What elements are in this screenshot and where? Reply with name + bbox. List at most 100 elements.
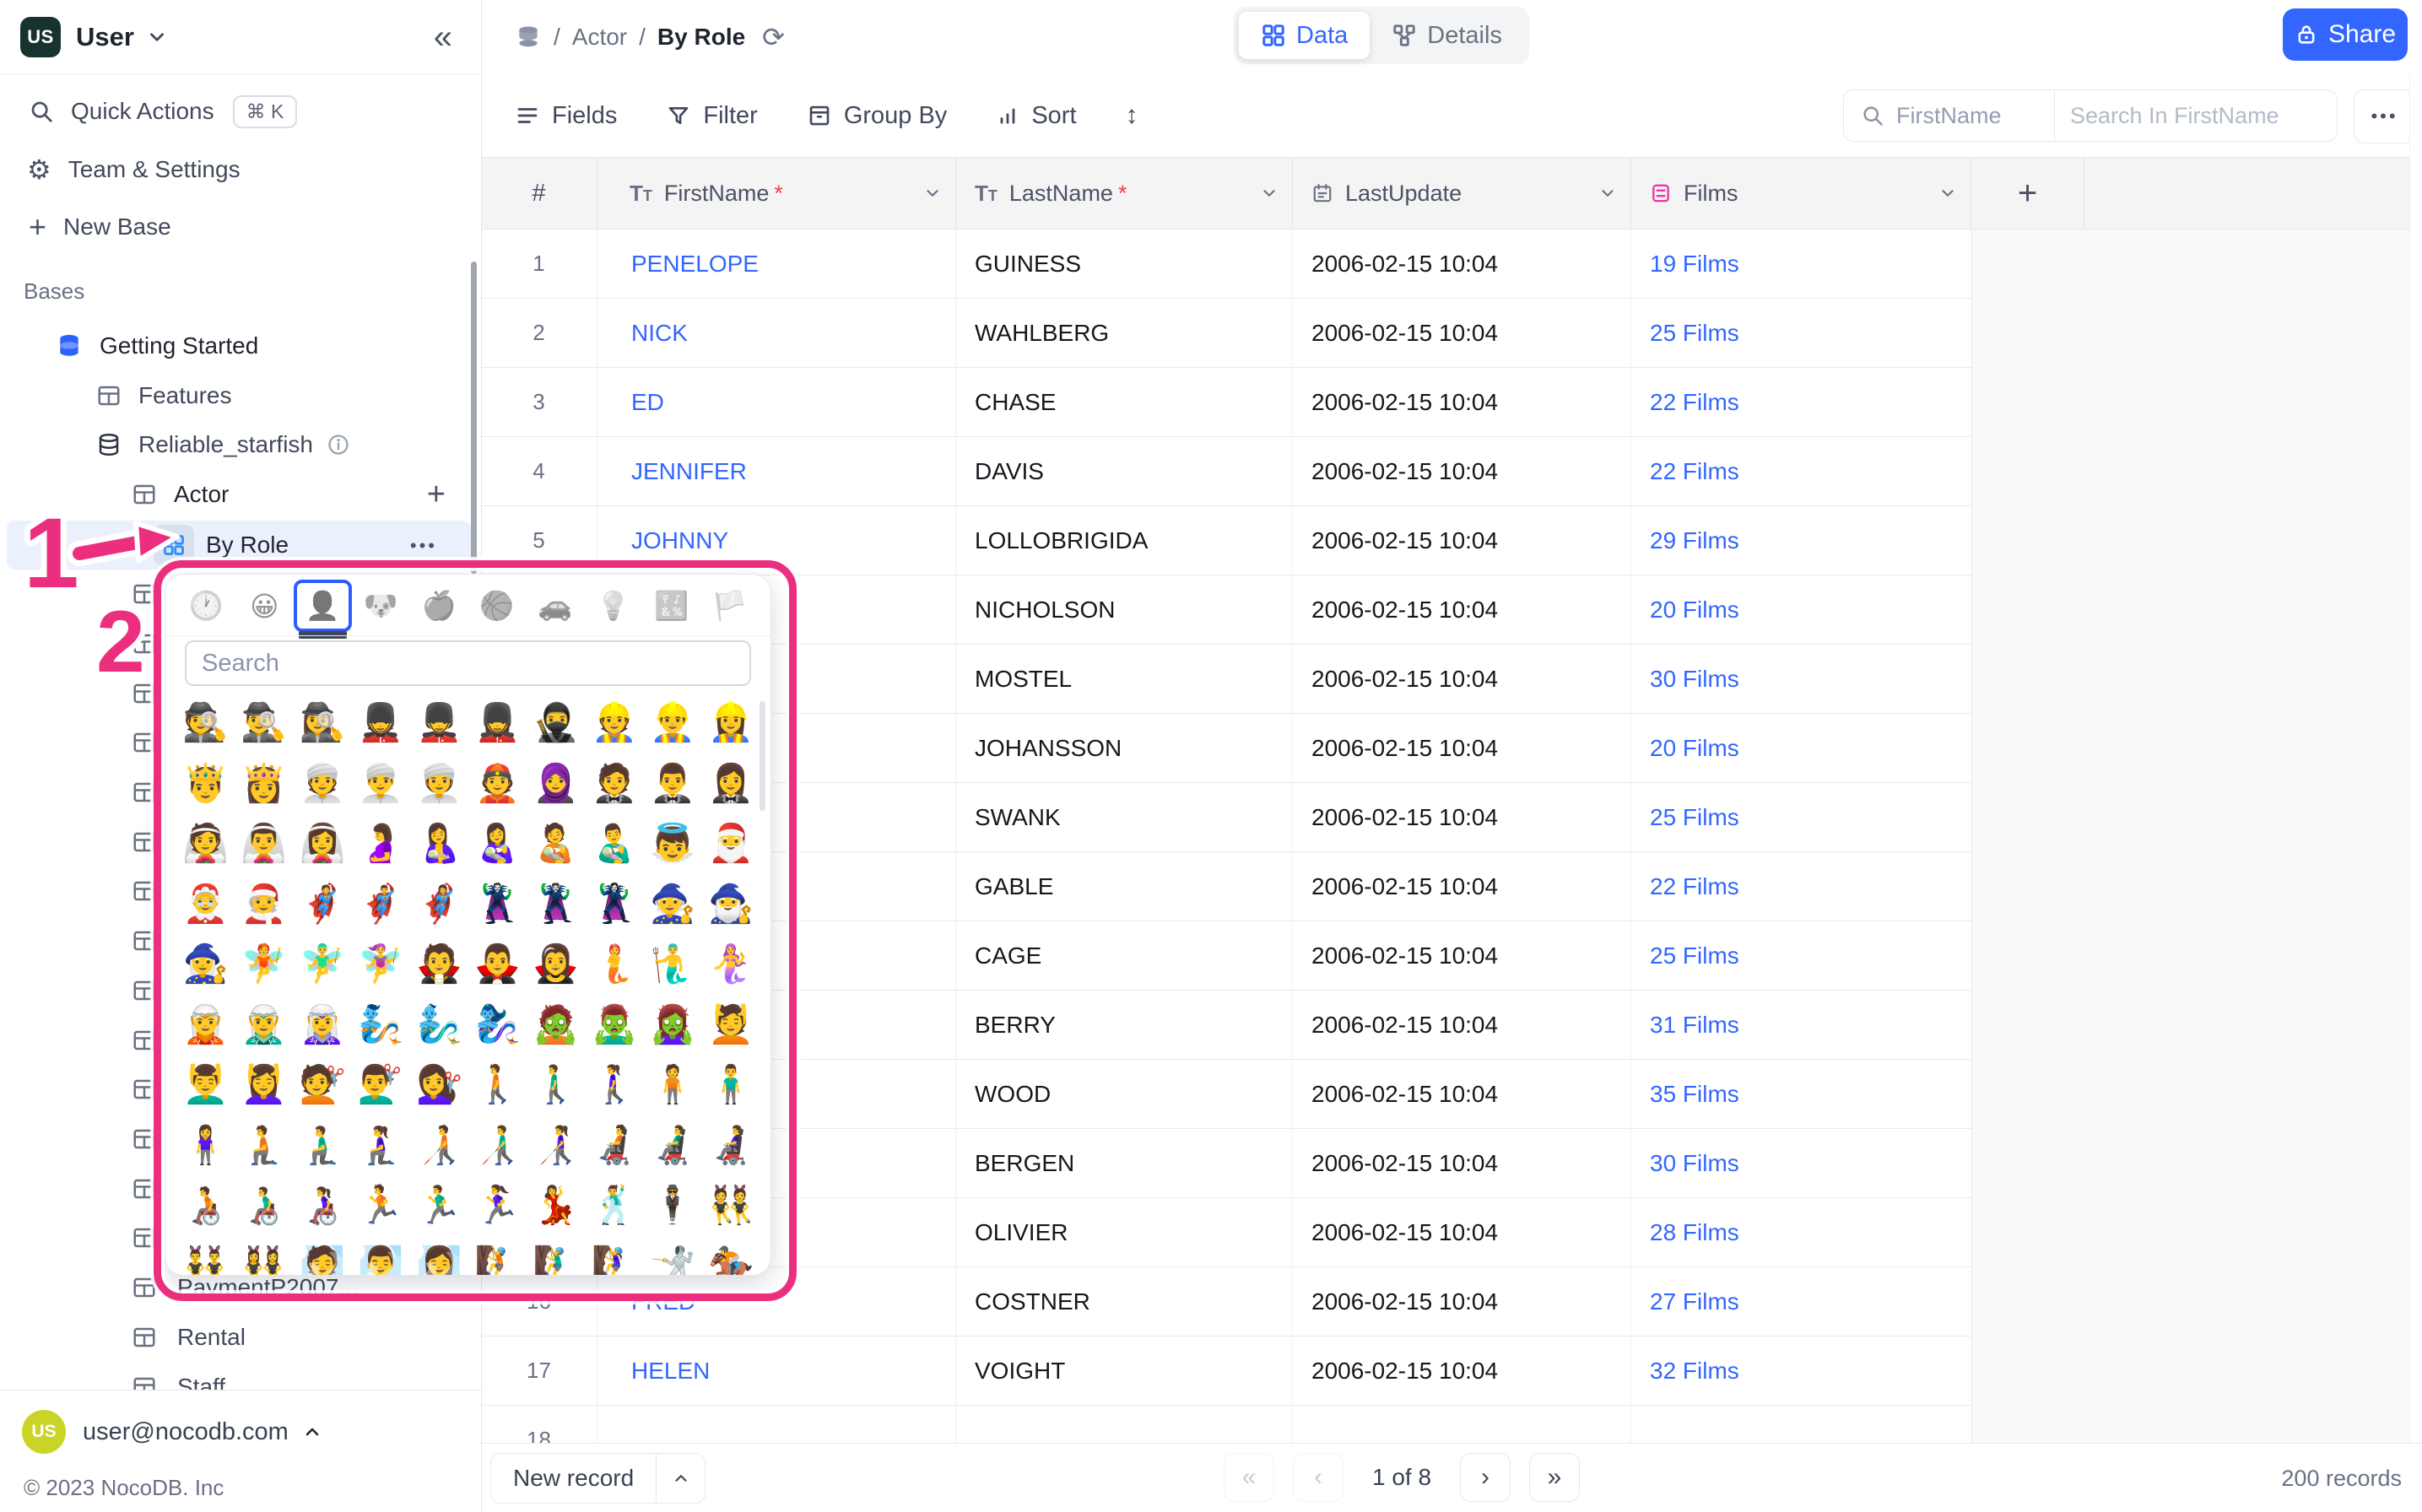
info-icon[interactable] [327,433,350,456]
table-row[interactable]: 1 PENELOPE GUINESS 2006-02-15 10:04 19 F… [481,230,1971,299]
refresh-icon[interactable]: ⟳ [762,21,785,53]
cell-lastname[interactable]: MOSTEL [956,645,1293,713]
cell-films-link[interactable]: 19 Films [1631,230,1971,298]
cell-lastname[interactable]: OLIVIER [956,1198,1293,1266]
cell-films-link[interactable]: 30 Films [1631,645,1971,713]
cell-films-link[interactable]: 25 Films [1631,921,1971,990]
chevron-down-icon[interactable] [1598,184,1617,202]
table-row[interactable]: 2 NICK WAHLBERG 2006-02-15 10:04 25 Film… [481,299,1971,368]
new-record-expand[interactable] [656,1454,705,1503]
chevron-down-icon[interactable] [923,184,942,202]
cell-films-link[interactable]: 20 Films [1631,575,1971,644]
quick-actions[interactable]: Quick Actions ⌘ K [0,88,481,135]
new-base[interactable]: + New Base [0,203,481,251]
cell-lastname[interactable]: SWANK [956,783,1293,851]
row-height-button[interactable]: ↕ [1121,93,1143,138]
cell-films-link[interactable]: 27 Films [1631,1267,1971,1336]
next-page-button[interactable]: › [1460,1453,1511,1502]
sidebar-table-item[interactable]: Rental [0,1313,481,1363]
cell-films-link[interactable]: 25 Films [1631,299,1971,367]
cell-lastname[interactable]: WAHLBERG [956,299,1293,367]
cell-lastupdate[interactable]: 2006-02-15 10:04 [1293,1267,1631,1336]
cell-lastname[interactable]: BERGEN [956,1129,1293,1197]
cell-films-link[interactable]: 22 Films [1631,437,1971,505]
cell-lastupdate[interactable]: 2006-02-15 10:04 [1293,1198,1631,1266]
column-films[interactable]: Films [1631,158,1971,229]
cell-films-link[interactable]: 31 Films [1631,991,1971,1059]
cell-lastupdate[interactable]: 2006-02-15 10:04 [1293,1129,1631,1197]
cell-films-link[interactable] [1631,1406,1971,1443]
table-row[interactable]: 18 [481,1406,1971,1443]
sidebar-scrollbar[interactable] [471,262,477,574]
cell-firstname[interactable]: ED [597,368,956,436]
sidebar-source-reliable-starfish[interactable]: Reliable_starfish [0,421,481,468]
user-account[interactable]: US user@nocodb.com [22,1404,322,1460]
cell-lastname[interactable]: LOLLOBRIGIDA [956,506,1293,575]
cell-films-link[interactable]: 22 Films [1631,852,1971,921]
cell-lastupdate[interactable]: 2006-02-15 10:04 [1293,921,1631,990]
cell-lastname[interactable] [956,1406,1293,1443]
sort-button[interactable]: Sort [991,94,1081,138]
grid-scrollbar-track[interactable] [2409,74,2422,1443]
cell-lastname[interactable]: DAVIS [956,437,1293,505]
cell-firstname[interactable]: NICK [597,299,956,367]
cell-lastupdate[interactable]: 2006-02-15 10:04 [1293,1060,1631,1128]
cell-lastupdate[interactable]: 2006-02-15 10:04 [1293,368,1631,436]
cell-firstname[interactable]: HELEN [597,1336,956,1405]
cell-lastupdate[interactable]: 2006-02-15 10:04 [1293,852,1631,921]
cell-films-link[interactable]: 30 Films [1631,1129,1971,1197]
cell-films-link[interactable]: 29 Films [1631,506,1971,575]
cell-lastupdate[interactable]: 2006-02-15 10:04 [1293,645,1631,713]
first-page-button[interactable]: « [1224,1453,1274,1502]
cell-lastname[interactable]: GUINESS [956,230,1293,298]
add-column-button[interactable]: + [1971,158,2084,229]
cell-films-link[interactable]: 32 Films [1631,1336,1971,1405]
cell-lastname[interactable]: JOHANSSON [956,714,1293,782]
toolbar-more-button[interactable]: ••• [2354,89,2415,143]
fields-button[interactable]: Fields [510,94,622,138]
breadcrumb-table[interactable]: Actor [572,24,627,51]
cell-lastupdate[interactable]: 2006-02-15 10:04 [1293,299,1631,367]
cell-lastupdate[interactable] [1293,1406,1631,1443]
cell-lastname[interactable]: CHASE [956,368,1293,436]
tab-details[interactable]: Details [1370,12,1524,59]
sidebar-base-getting-started[interactable]: Getting Started [0,322,481,370]
cell-films-link[interactable]: 28 Films [1631,1198,1971,1266]
cell-films-link[interactable]: 20 Films [1631,714,1971,782]
breadcrumb-view[interactable]: By Role [657,24,745,51]
column-lastname[interactable]: TT LastName * [956,158,1293,229]
table-row[interactable]: 3 ED CHASE 2006-02-15 10:04 22 Films [481,368,1971,437]
cell-lastupdate[interactable]: 2006-02-15 10:04 [1293,506,1631,575]
cell-lastname[interactable]: NICHOLSON [956,575,1293,644]
sidebar-collapse-icon[interactable]: « [434,19,452,56]
workspace-name[interactable]: User [76,22,134,52]
chevron-down-icon[interactable] [1938,184,1957,202]
new-record-button[interactable]: New record [490,1453,706,1504]
chevron-down-icon[interactable] [146,26,168,48]
cell-lastname[interactable]: COSTNER [956,1267,1293,1336]
last-page-button[interactable]: » [1529,1453,1580,1502]
cell-firstname[interactable]: PENELOPE [597,230,956,298]
tab-data[interactable]: Data [1239,12,1370,59]
cell-lastupdate[interactable]: 2006-02-15 10:04 [1293,575,1631,644]
cell-lastupdate[interactable]: 2006-02-15 10:04 [1293,437,1631,505]
share-button[interactable]: Share [2283,8,2408,61]
search-field-selector[interactable]: FirstName [1844,90,2055,141]
cell-films-link[interactable]: 35 Films [1631,1060,1971,1128]
cell-lastname[interactable]: GABLE [956,852,1293,921]
filter-button[interactable]: Filter [661,94,762,138]
cell-lastupdate[interactable]: 2006-02-15 10:04 [1293,1336,1631,1405]
cell-firstname[interactable] [597,1406,956,1443]
cell-lastname[interactable]: BERRY [956,991,1293,1059]
table-row[interactable]: 17 HELEN VOIGHT 2006-02-15 10:04 32 Film… [481,1336,1971,1406]
column-lastupdate[interactable]: LastUpdate [1293,158,1631,229]
cell-lastupdate[interactable]: 2006-02-15 10:04 [1293,783,1631,851]
add-view-button[interactable]: + [427,477,446,513]
search-input[interactable] [2055,103,2384,129]
team-settings[interactable]: ⚙ Team & Settings [0,146,481,193]
prev-page-button[interactable]: ‹ [1293,1453,1343,1502]
sidebar-table-features[interactable]: Features [0,372,481,419]
view-menu-dots[interactable]: ••• [410,535,437,557]
cell-lastupdate[interactable]: 2006-02-15 10:04 [1293,991,1631,1059]
column-firstname[interactable]: TT FirstName * [597,158,956,229]
